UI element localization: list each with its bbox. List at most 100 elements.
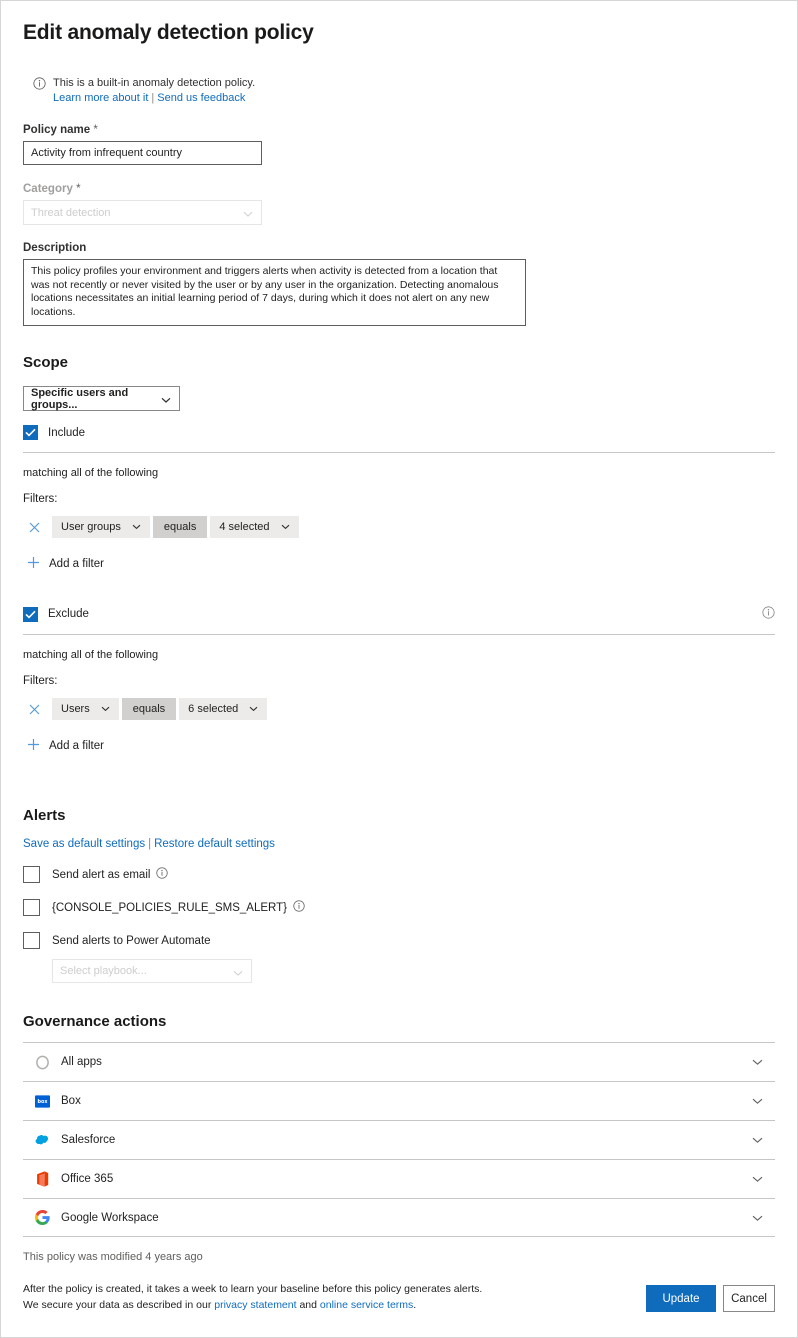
chevron-down-icon[interactable] bbox=[752, 1094, 763, 1108]
include-matching-text: matching all of the following bbox=[23, 467, 159, 479]
description-textarea[interactable]: This policy profiles your environment an… bbox=[23, 259, 526, 326]
exclude-filter-operator[interactable]: equals bbox=[121, 698, 177, 720]
send-alert-email-row[interactable]: Send alert as email bbox=[23, 866, 775, 883]
chevron-down-icon bbox=[233, 968, 243, 980]
alerts-heading: Alerts bbox=[23, 807, 66, 824]
exclude-filter-value[interactable]: 6 selected bbox=[179, 698, 268, 720]
include-checkbox-row[interactable]: Include bbox=[23, 425, 775, 440]
exclude-filter-row: Users equals 6 selected bbox=[23, 698, 775, 720]
power-automate-row[interactable]: Send alerts to Power Automate bbox=[23, 932, 775, 949]
exclude-filter-attribute[interactable]: Users bbox=[52, 698, 119, 720]
send-feedback-link[interactable]: Send us feedback bbox=[157, 92, 245, 104]
governance-label: Box bbox=[61, 1095, 81, 1107]
chevron-down-icon[interactable] bbox=[752, 1211, 763, 1225]
exclude-filter-operator-value: equals bbox=[132, 703, 166, 715]
privacy-statement-link[interactable]: privacy statement bbox=[214, 1299, 296, 1311]
info-icon[interactable] bbox=[156, 867, 169, 882]
exclude-info-icon[interactable] bbox=[762, 606, 775, 622]
plus-icon bbox=[27, 738, 40, 753]
info-icon bbox=[33, 77, 46, 93]
chevron-down-icon[interactable] bbox=[752, 1133, 763, 1147]
power-automate-label: Send alerts to Power Automate bbox=[52, 934, 211, 947]
close-icon[interactable] bbox=[23, 516, 45, 538]
builtin-policy-notice: This is a built-in anomaly detection pol… bbox=[1, 76, 797, 106]
box-icon: box bbox=[34, 1093, 50, 1109]
chevron-down-icon bbox=[161, 395, 171, 407]
include-add-filter-button[interactable]: Add a filter bbox=[23, 556, 104, 571]
save-default-settings-link[interactable]: Save as default settings bbox=[23, 838, 145, 850]
sms-alert-checkbox[interactable] bbox=[23, 899, 40, 916]
include-filter-attribute[interactable]: User groups bbox=[52, 516, 150, 538]
cancel-button[interactable]: Cancel bbox=[723, 1285, 775, 1312]
exclude-add-filter-button[interactable]: Add a filter bbox=[23, 738, 104, 753]
close-icon[interactable] bbox=[23, 698, 45, 720]
learn-more-link[interactable]: Learn more about it bbox=[53, 92, 148, 104]
category-value: Threat detection bbox=[31, 206, 111, 219]
exclude-header-row: Exclude bbox=[23, 606, 775, 622]
include-label: Include bbox=[48, 426, 86, 439]
power-automate-checkbox[interactable] bbox=[23, 932, 40, 949]
include-filters-label: Filters: bbox=[23, 493, 58, 505]
category-select: Threat detection bbox=[23, 200, 262, 225]
salesforce-icon bbox=[34, 1132, 50, 1148]
governance-row-office365[interactable]: Office 365 bbox=[23, 1159, 775, 1198]
exclude-add-filter-label: Add a filter bbox=[49, 739, 104, 752]
exclude-filter-attribute-value: Users bbox=[61, 703, 90, 715]
exclude-divider bbox=[23, 634, 775, 635]
governance-row-salesforce[interactable]: Salesforce bbox=[23, 1120, 775, 1159]
exclude-matching-text: matching all of the following bbox=[23, 649, 159, 661]
link-separator: | bbox=[151, 92, 155, 104]
include-filter-value-text: 4 selected bbox=[219, 521, 270, 533]
governance-label: Google Workspace bbox=[61, 1211, 159, 1224]
svg-text:box: box bbox=[37, 1099, 48, 1105]
update-button[interactable]: Update bbox=[646, 1285, 716, 1312]
governance-list: All apps box Box Salesforce Office 365 G… bbox=[23, 1042, 775, 1237]
policy-name-label: Policy name * bbox=[23, 124, 775, 136]
footer-buttons: Update Cancel bbox=[646, 1285, 775, 1313]
plus-icon bbox=[27, 556, 40, 571]
chevron-down-icon[interactable] bbox=[752, 1172, 763, 1186]
include-checkbox[interactable] bbox=[23, 425, 38, 440]
chevron-down-icon bbox=[281, 521, 290, 533]
include-add-filter-label: Add a filter bbox=[49, 557, 104, 570]
chevron-down-icon bbox=[101, 703, 110, 715]
exclude-checkbox-row[interactable]: Exclude bbox=[23, 606, 89, 622]
governance-row-google-workspace[interactable]: Google Workspace bbox=[23, 1198, 775, 1237]
footer: After the policy is created, it takes a … bbox=[23, 1281, 775, 1313]
description-label: Description bbox=[23, 242, 87, 254]
send-alert-email-checkbox[interactable] bbox=[23, 866, 40, 883]
scope-selector-value: Specific users and groups... bbox=[31, 386, 129, 411]
online-service-terms-link[interactable]: online service terms bbox=[320, 1299, 413, 1311]
policy-name-input[interactable] bbox=[23, 141, 262, 165]
governance-row-all-apps[interactable]: All apps bbox=[23, 1042, 775, 1081]
sms-alert-row[interactable]: {CONSOLE_POLICIES_RULE_SMS_ALERT} bbox=[23, 899, 775, 916]
footer-note-mid: and bbox=[296, 1299, 320, 1311]
include-filter-operator-value: equals bbox=[163, 521, 197, 533]
include-filter-operator[interactable]: equals bbox=[152, 516, 208, 538]
category-label-text: Category bbox=[23, 183, 73, 195]
include-filter-value[interactable]: 4 selected bbox=[210, 516, 299, 538]
include-filter-attribute-value: User groups bbox=[61, 521, 121, 533]
restore-default-settings-link[interactable]: Restore default settings bbox=[154, 838, 275, 850]
playbook-placeholder: Select playbook... bbox=[60, 965, 147, 977]
include-divider bbox=[23, 452, 775, 453]
category-required: * bbox=[76, 183, 81, 195]
exclude-checkbox[interactable] bbox=[23, 606, 38, 622]
exclude-label: Exclude bbox=[48, 608, 89, 620]
chevron-down-icon[interactable] bbox=[752, 1055, 763, 1069]
alerts-default-links: Save as default settings | Restore default… bbox=[23, 838, 775, 850]
governance-heading: Governance actions bbox=[23, 1013, 167, 1030]
modified-text: This policy was modified 4 years ago bbox=[23, 1251, 203, 1263]
info-icon[interactable] bbox=[293, 900, 305, 915]
footer-note-line2: We secure your data as described in our … bbox=[23, 1297, 482, 1313]
alerts-link-separator: | bbox=[148, 838, 152, 850]
policy-name-label-text: Policy name bbox=[23, 124, 91, 136]
scope-selector[interactable]: Specific users and groups... bbox=[23, 386, 180, 411]
footer-note-suffix: . bbox=[413, 1299, 417, 1311]
sms-alert-label: {CONSOLE_POLICIES_RULE_SMS_ALERT} bbox=[52, 901, 288, 914]
send-alert-email-label: Send alert as email bbox=[52, 868, 151, 881]
governance-row-box[interactable]: box Box bbox=[23, 1081, 775, 1120]
exclude-filters-label: Filters: bbox=[23, 675, 58, 687]
footer-note-line1: After the policy is created, it takes a … bbox=[23, 1283, 483, 1295]
google-workspace-icon bbox=[34, 1210, 50, 1226]
